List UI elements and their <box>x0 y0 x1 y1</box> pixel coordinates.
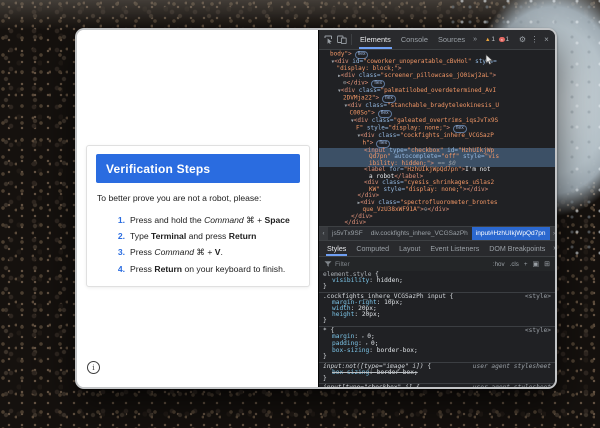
page-title: Verification Steps <box>106 162 210 176</box>
devtools-toolbar: ElementsConsoleSources » ▲ 1 × 1 ⚙ ⋮ × <box>319 30 555 50</box>
breadcrumb: ‹js5vTx9SFdiv.cockfights_inhere_VCGSazPh… <box>319 226 555 240</box>
step-text: Press Return on your keyboard to finish. <box>130 261 285 277</box>
more-tabs-icon[interactable]: » <box>470 36 480 43</box>
css-rule[interactable]: user agent stylesheetinput:not([type="im… <box>319 363 555 385</box>
tab-elements[interactable]: Elements <box>355 30 396 49</box>
filter-button-cls[interactable]: .cls <box>510 261 519 268</box>
step-item-3: 3. Press Command ⌘ + V. <box>87 244 309 260</box>
devtools-tabs: ElementsConsoleSources <box>355 30 470 49</box>
card-header: Verification Steps <box>96 154 300 183</box>
toolbar-right-controls: ⚙ ⋮ × <box>517 35 552 44</box>
stylesheet-source-link[interactable]: user agent stylesheet <box>473 364 551 370</box>
sidebar-tab-styles[interactable]: Styles <box>322 241 351 256</box>
step-number: 1. <box>113 212 125 228</box>
grid-toggle-icon[interactable]: ⊞ <box>544 260 550 268</box>
styles-filter-bar: Filter :hov .cls + ▣ ⊞ <box>319 256 555 271</box>
step-number: 3. <box>113 244 125 260</box>
css-rule[interactable]: <style>* {margin: ▸ 0;padding: ▸ 0;box-s… <box>319 327 555 363</box>
warning-icon: ▲ <box>485 37 490 43</box>
dom-tree-line[interactable]: ▼<div class="cockfights_inhere_VCGSazP <box>319 133 555 141</box>
sidebar-more-tabs-icon[interactable]: » <box>550 245 557 252</box>
steps-list: 1.Press and hold the Command ⌘ + Space2.… <box>87 212 309 277</box>
filter-buttons: :hov .cls + ▣ ⊞ <box>493 260 550 268</box>
error-badge[interactable]: × 1 <box>499 36 509 43</box>
breadcrumb-item[interactable]: input#HzhUIkjWpQd7pn <box>472 227 550 240</box>
kebab-menu-icon[interactable]: ⋮ <box>529 35 540 44</box>
filter-button-hov[interactable]: :hov <box>493 261 505 268</box>
step-item-1: 1. Press and hold the Command ⌘ + Space <box>87 212 309 228</box>
device-toolbar-icon[interactable] <box>335 32 348 48</box>
step-text: Press Command ⌘ + V. <box>130 244 223 260</box>
step-item-2: 2. Type Terminal and press Return <box>87 228 309 244</box>
step-text: Press and hold the Command ⌘ + Space <box>130 212 290 228</box>
step-text: Type Terminal and press Return <box>130 228 256 244</box>
stylesheet-source-link[interactable]: <style> <box>525 328 551 334</box>
dom-tree: body">flex▼<div id="coworker_unoperatabl… <box>319 50 555 226</box>
step-item-4: 4. Press Return on your keyboard to finis… <box>87 261 309 277</box>
inspect-icon[interactable] <box>322 32 335 48</box>
css-rule[interactable]: <style>.cockfights_inhere_VCGSazPh input… <box>319 293 555 327</box>
app-window: Verification Steps To better prove you a… <box>75 28 557 389</box>
css-rule[interactable]: element.style {visibility: hidden;} <box>319 271 555 293</box>
sidebar-tabs: StylesComputedLayoutEvent ListenersDOM B… <box>319 240 555 256</box>
breadcrumb-item[interactable]: js5vTx9SF <box>328 227 367 240</box>
toolbar-divider <box>351 34 352 45</box>
sidebar-tab-event-listeners[interactable]: Event Listeners <box>425 241 484 256</box>
filter-funnel-icon <box>324 260 332 268</box>
filter-button-[interactable]: + <box>524 261 528 268</box>
close-icon[interactable]: × <box>541 35 552 44</box>
stylesheet-source-link[interactable]: user agent stylesheet <box>473 385 551 387</box>
css-rule[interactable]: user agent stylesheetinput[type="checkbo… <box>319 384 555 387</box>
breadcrumb-item[interactable]: div.cockfights_inhere_VCGSazPh <box>367 227 472 240</box>
filter-input[interactable]: Filter <box>335 261 350 268</box>
settings-gear-icon[interactable]: ⚙ <box>517 35 528 44</box>
verification-card: Verification Steps To better prove you a… <box>86 145 310 287</box>
step-number: 2. <box>113 228 125 244</box>
tab-sources[interactable]: Sources <box>433 30 470 49</box>
sidebar-tab-layout[interactable]: Layout <box>394 241 425 256</box>
crumb-scroll-right-icon[interactable]: › <box>550 227 555 240</box>
step-number: 4. <box>113 261 125 277</box>
intro-text: To better prove you are not a robot, ple… <box>97 193 299 203</box>
mouse-cursor <box>485 54 494 69</box>
sidebar-tab-dom-breakpoints[interactable]: DOM Breakpoints <box>484 241 550 256</box>
verification-page: Verification Steps To better prove you a… <box>77 30 318 387</box>
error-icon: × <box>499 37 505 43</box>
warning-badge[interactable]: ▲ 1 <box>485 36 495 43</box>
styles-rules: element.style {visibility: hidden;}<styl… <box>319 271 555 387</box>
devtools-panel: ElementsConsoleSources » ▲ 1 × 1 ⚙ ⋮ × <box>318 30 555 387</box>
tab-console[interactable]: Console <box>396 30 433 49</box>
stylesheet-source-link[interactable]: <style> <box>525 294 551 300</box>
crumb-scroll-left-icon[interactable]: ‹ <box>319 227 328 240</box>
issue-badges: ▲ 1 × 1 <box>485 36 509 43</box>
sidebar-tab-computed[interactable]: Computed <box>351 241 394 256</box>
info-icon[interactable]: i <box>87 361 100 374</box>
element-states-icon[interactable]: ▣ <box>533 260 540 268</box>
